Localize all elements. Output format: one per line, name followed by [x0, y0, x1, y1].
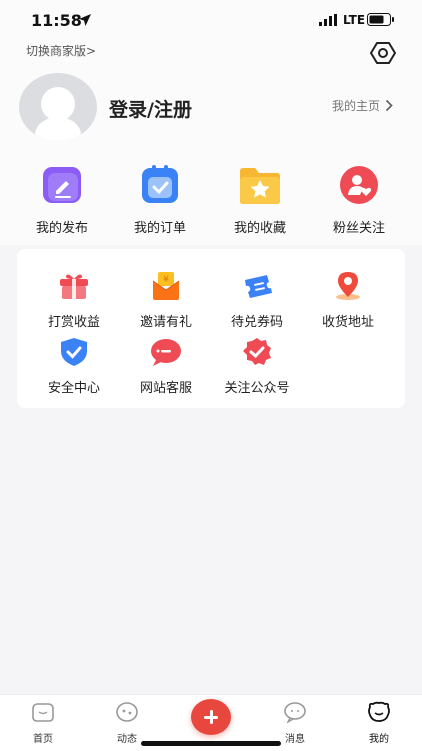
shield-check-icon — [61, 338, 87, 366]
avatar-head-shape — [41, 87, 75, 121]
red-envelope-icon: ¥ — [152, 272, 180, 300]
quick-action-fans[interactable]: 粉丝关注 — [314, 165, 404, 236]
service-label: 收货地址 — [321, 315, 374, 330]
home-indicator — [141, 741, 281, 746]
chevron-right-icon — [385, 99, 393, 112]
location-arrow-icon — [79, 14, 91, 26]
tab-feed[interactable]: 动态 — [97, 701, 157, 745]
fans-icon — [340, 166, 378, 204]
quick-action-label: 我的发布 — [35, 221, 88, 236]
status-bar: 11:58 LTE — [0, 0, 422, 40]
quick-action-orders[interactable]: 我的订单 — [115, 165, 205, 236]
star-folder-icon — [240, 168, 280, 204]
settings-icon[interactable] — [370, 41, 396, 65]
gift-icon — [60, 274, 88, 299]
battery-icon — [367, 13, 394, 26]
location-pin-icon — [336, 272, 360, 300]
avatar[interactable] — [19, 73, 97, 141]
services-card: 打赏收益 ¥ 邀请有礼 待兑券码 收货地址 安全中心 网站客服 关注公众号 — [17, 249, 405, 408]
tab-label: 首页 — [33, 734, 53, 745]
clipboard-check-icon — [142, 165, 178, 203]
svg-text:¥: ¥ — [163, 275, 169, 285]
badge-check-icon — [243, 338, 271, 365]
tab-profile[interactable]: 我的 — [349, 701, 409, 745]
home-face-icon — [32, 703, 54, 722]
add-post-button[interactable] — [191, 699, 231, 735]
login-register-link[interactable]: 登录/注册 — [109, 95, 192, 122]
edit-icon — [43, 167, 81, 203]
service-invite-gift[interactable]: ¥ 邀请有礼 — [121, 271, 211, 330]
service-security-center[interactable]: 安全中心 — [29, 337, 119, 396]
message-face-icon — [284, 702, 306, 724]
chat-bubble-icon — [151, 339, 181, 366]
plus-icon-vertical — [209, 710, 213, 724]
service-label: 安全中心 — [47, 381, 100, 396]
switch-merchant-link[interactable]: 切换商家版> — [26, 42, 96, 59]
status-time: 11:58 — [31, 11, 82, 30]
avatar-body-shape — [35, 117, 81, 141]
my-homepage-link[interactable]: 我的主页 — [332, 97, 393, 114]
service-pending-coupons[interactable]: 待兑券码 — [212, 271, 302, 330]
quick-action-publish[interactable]: 我的发布 — [17, 165, 107, 236]
service-label: 打赏收益 — [47, 315, 100, 330]
homepage-label: 我的主页 — [332, 99, 381, 113]
quick-action-favorites[interactable]: 我的收藏 — [215, 165, 305, 236]
tab-home[interactable]: 首页 — [13, 701, 73, 745]
profile-face-icon — [368, 701, 390, 722]
tab-messages[interactable]: 消息 — [265, 701, 325, 745]
service-label: 关注公众号 — [224, 381, 290, 396]
quick-action-label: 粉丝关注 — [332, 221, 385, 236]
feed-face-icon — [116, 702, 138, 722]
quick-action-label: 我的订单 — [133, 221, 186, 236]
service-reward-income[interactable]: 打赏收益 — [29, 271, 119, 330]
network-type: LTE — [343, 13, 366, 27]
service-label: 待兑券码 — [230, 315, 283, 330]
service-customer-support[interactable]: 网站客服 — [121, 337, 211, 396]
service-follow-account[interactable]: 关注公众号 — [212, 337, 302, 396]
tab-label: 我的 — [369, 734, 389, 745]
service-shipping-address[interactable]: 收货地址 — [303, 271, 393, 330]
quick-action-label: 我的收藏 — [233, 221, 286, 236]
service-label: 邀请有礼 — [139, 315, 192, 330]
signal-icon — [319, 14, 337, 26]
coupon-icon — [245, 275, 272, 298]
service-label: 网站客服 — [139, 381, 192, 396]
